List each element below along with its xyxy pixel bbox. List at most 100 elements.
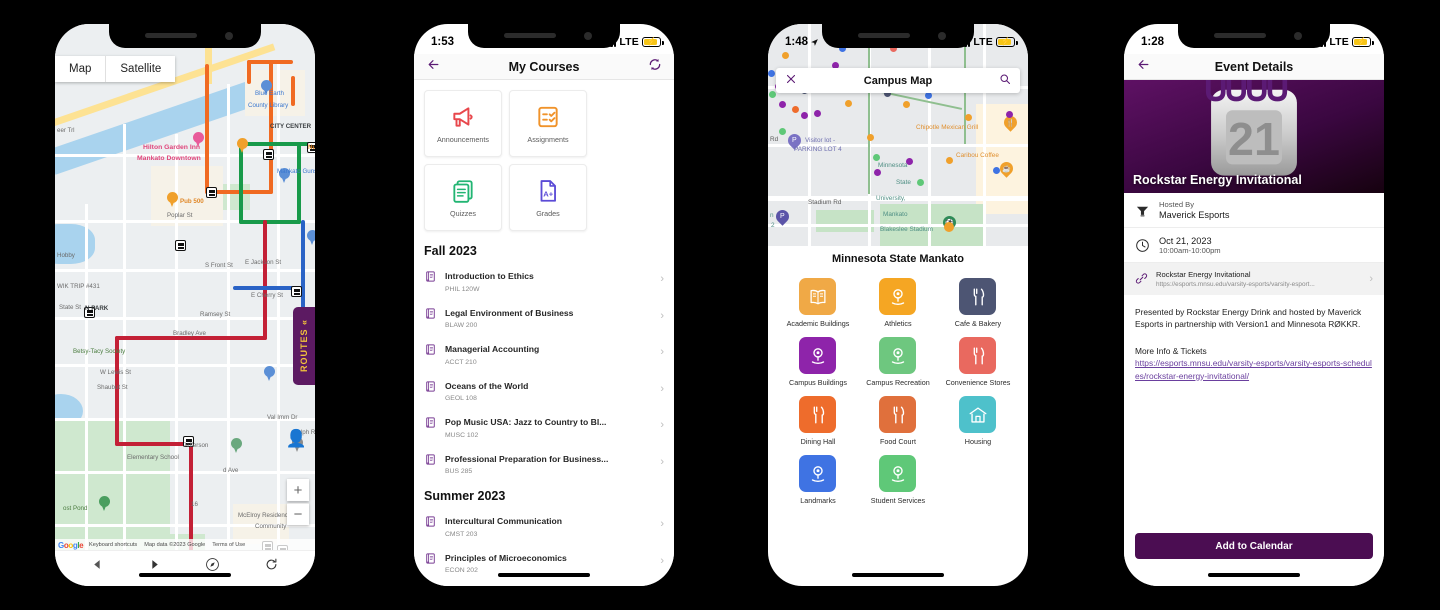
category-academic-buildings[interactable]: Academic Buildings [778, 278, 858, 328]
map-dot[interactable] [779, 128, 786, 135]
campus-map-label: Caribou Coffee [956, 152, 999, 159]
course-row[interactable]: Intercultural Communication CMST 203 › [414, 506, 674, 543]
map-dot[interactable] [946, 157, 953, 164]
google-map-canvas[interactable]: Nicollet AveBlue EarthCounty LibraryCITY… [55, 24, 315, 550]
more-info-label: More Info & Tickets [1135, 345, 1207, 356]
map-type-map-button[interactable]: Map [55, 56, 105, 82]
term-heading: Summer 2023 [424, 489, 506, 503]
category-convenience-stores[interactable]: Convenience Stores [938, 337, 1018, 387]
course-row[interactable]: Oceans of the World GEOL 108 › [414, 371, 674, 408]
zoom-in-button[interactable]: + [287, 479, 309, 501]
map-dot[interactable] [965, 114, 972, 121]
category-dining-hall[interactable]: Dining Hall [778, 396, 858, 446]
course-code: MUSC 102 [445, 431, 479, 439]
bus-stop-icon[interactable] [291, 286, 302, 297]
map-dot[interactable] [925, 92, 932, 99]
map-dot[interactable] [874, 169, 881, 176]
category-student-services[interactable]: Student Services [858, 455, 938, 505]
map-label: eer Trl [57, 127, 75, 134]
map-dot[interactable] [792, 106, 799, 113]
shortcut-announcements[interactable]: Announcements [424, 90, 502, 157]
bus-route-orange [205, 64, 209, 194]
campus-map-label: Minnesota [878, 162, 908, 169]
map-dot[interactable] [768, 70, 775, 77]
category-cafe-bakery[interactable]: Cafe & Bakery [938, 278, 1018, 328]
parking-pin[interactable]: P [773, 207, 792, 227]
campus-map-label: Stadium Rd [808, 199, 842, 206]
bus-stop-icon[interactable] [206, 187, 217, 198]
reload-button[interactable] [264, 557, 279, 572]
routes-drawer-tab[interactable]: ROUTES « [293, 307, 315, 385]
map-dot[interactable] [779, 101, 786, 108]
pegman-icon[interactable]: 👤 [286, 429, 307, 449]
chevron-right-icon: › [660, 419, 664, 432]
course-row[interactable]: Legal Environment of Business BLAW 200 › [414, 298, 674, 335]
map-pin[interactable] [307, 230, 315, 245]
campus-map-search-bar[interactable]: Campus Map [776, 68, 1020, 93]
category-housing[interactable]: Housing [938, 396, 1018, 446]
category-campus-buildings[interactable]: Campus Buildings [778, 337, 858, 387]
map-dot[interactable] [917, 179, 924, 186]
bus-stop-icon[interactable] [263, 149, 274, 160]
category-label: Athletics [884, 319, 912, 328]
search-icon[interactable] [999, 72, 1011, 90]
map-dot[interactable] [867, 134, 874, 141]
course-book-icon [424, 552, 437, 570]
map-pin[interactable] [264, 366, 275, 381]
refresh-icon[interactable] [648, 57, 662, 76]
map-type-toggle[interactable]: Map Satellite [55, 56, 176, 82]
compass-icon[interactable] [205, 557, 220, 572]
back-arrow-icon[interactable] [1136, 58, 1151, 76]
map-pin[interactable] [237, 138, 248, 153]
course-row[interactable]: Introduction to Ethics PHIL 120W › [414, 261, 674, 298]
forward-button[interactable] [148, 558, 161, 571]
shortcut-assignments[interactable]: Assignments [509, 90, 587, 157]
category-label: Academic Buildings [786, 319, 850, 328]
map-type-satellite-button[interactable]: Satellite [105, 56, 175, 82]
course-row[interactable]: Professional Preparation for Business...… [414, 444, 674, 481]
category-campus-recreation[interactable]: Campus Recreation [858, 337, 938, 387]
back-button[interactable] [91, 558, 104, 571]
map-pin[interactable] [231, 438, 242, 453]
campus-map-label: 2 [771, 222, 775, 229]
map-pin[interactable] [167, 192, 178, 207]
campus-map-canvas[interactable]: P P 🍴 ☕ ⚽ Visitor lot -PARKING LOT 4Chip… [768, 24, 1028, 246]
category-food-court[interactable]: Food Court [858, 396, 938, 446]
shortcut-grades[interactable]: A+ Grades [509, 164, 587, 231]
map-dot[interactable] [903, 101, 910, 108]
course-row[interactable]: Managerial Accounting ACCT 210 › [414, 334, 674, 371]
shortcut-quizzes[interactable]: Quizzes [424, 164, 502, 231]
maverick-logo-icon [1136, 206, 1149, 216]
bus-stop-icon[interactable] [175, 240, 186, 251]
add-to-calendar-button[interactable]: Add to Calendar [1135, 533, 1373, 559]
shortcut-label: Announcements [437, 134, 489, 144]
category-athletics[interactable]: Athletics [858, 278, 938, 328]
close-x-icon[interactable] [785, 72, 797, 90]
map-dot[interactable] [873, 154, 880, 161]
event-link-row[interactable]: Rockstar Energy Invitational https://esp… [1124, 263, 1384, 295]
map-dot[interactable] [801, 112, 808, 119]
map-label: 16 [191, 501, 198, 508]
cafe-pin[interactable]: ☕ [997, 159, 1016, 179]
map-dot[interactable] [944, 222, 954, 232]
map-dot[interactable] [1006, 111, 1013, 118]
map-pin[interactable] [99, 496, 110, 511]
map-label: ost Pond [63, 505, 88, 512]
battery-icon: ⚡ [642, 37, 664, 47]
back-arrow-icon[interactable] [426, 58, 441, 76]
map-pin-icon [799, 337, 837, 374]
course-book-icon [424, 515, 437, 533]
park-shape [220, 184, 250, 210]
map-dot[interactable] [814, 110, 821, 117]
map-dot[interactable] [769, 91, 776, 98]
zoom-out-button[interactable]: − [287, 503, 309, 525]
category-landmarks[interactable]: Landmarks [778, 455, 858, 505]
more-info-link[interactable]: https://esports.mnsu.edu/varsity-esports… [1135, 358, 1372, 381]
event-description: Presented by Rockstar Energy Drink and h… [1135, 306, 1362, 330]
terms-link[interactable]: Terms of Use [212, 542, 245, 548]
clock-icon [1136, 238, 1149, 252]
keyboard-shortcuts-link[interactable]: Keyboard shortcuts [89, 542, 137, 548]
map-dot[interactable] [845, 100, 852, 107]
restaurant-pin[interactable]: 🍴 [1001, 113, 1020, 133]
course-row[interactable]: Pop Music USA: Jazz to Country to Bl... M… [414, 407, 674, 444]
